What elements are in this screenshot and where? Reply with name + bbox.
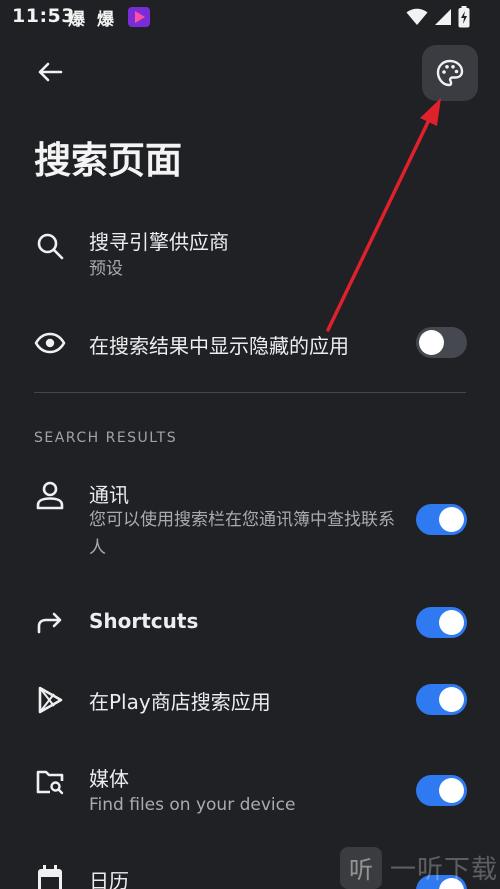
- person-icon: [32, 477, 68, 513]
- calendar-icon: [32, 862, 68, 889]
- shortcuts-toggle[interactable]: [416, 607, 467, 638]
- contacts-subtitle: 您可以使用搜索栏在您通讯簿中查找联系人: [89, 510, 395, 558]
- contacts-title: 通讯: [89, 483, 129, 507]
- play-store-toggle[interactable]: [416, 684, 467, 715]
- battery-icon: [458, 6, 470, 32]
- watermark-text: 一听下载: [390, 855, 499, 885]
- wifi-icon: [406, 8, 428, 30]
- theme-palette-button[interactable]: [422, 45, 478, 101]
- search-engine-setting[interactable]: 搜寻引擎供应商 预设: [0, 222, 500, 290]
- shortcuts-title: Shortcuts: [89, 609, 199, 633]
- divider: [34, 392, 466, 393]
- watermark: 听 一听下载: [340, 846, 500, 889]
- media-title: 媒体: [89, 767, 129, 791]
- show-hidden-apps-setting[interactable]: 在搜索结果中显示隐藏的应用: [0, 322, 500, 364]
- shortcut-arrow-icon: [32, 605, 68, 641]
- arrow-left-icon: [38, 62, 63, 82]
- eye-icon: [32, 325, 68, 361]
- status-icons: [406, 6, 470, 32]
- calendar-title: 日历: [89, 869, 129, 889]
- play-store-title: 在Play商店搜索应用: [89, 690, 271, 714]
- signal-icon: [434, 8, 452, 30]
- watermark-logo: 听: [340, 846, 382, 889]
- back-button[interactable]: [30, 52, 70, 92]
- status-time: 11:53: [12, 5, 75, 27]
- contacts-result-setting[interactable]: 通讯 您可以使用搜索栏在您通讯簿中查找联系人: [0, 475, 500, 567]
- play-store-icon: [32, 682, 68, 718]
- search-icon: [32, 228, 68, 264]
- show-hidden-apps-toggle[interactable]: [416, 327, 467, 358]
- search-engine-subtitle: 预设: [89, 259, 123, 279]
- notification-icon: 爆: [97, 10, 114, 30]
- notification-icon: 爆: [68, 10, 85, 30]
- folder-search-icon: [32, 764, 68, 800]
- shortcuts-result-setting[interactable]: Shortcuts: [0, 603, 500, 643]
- palette-icon: [436, 59, 464, 87]
- search-engine-title: 搜寻引擎供应商: [89, 230, 229, 254]
- media-app-icon: [127, 6, 151, 32]
- media-result-setting[interactable]: 媒体 Find files on your device: [0, 760, 500, 824]
- section-header: SEARCH RESULTS: [34, 430, 178, 446]
- play-store-result-setting[interactable]: 在Play商店搜索应用: [0, 680, 500, 720]
- page-title: 搜索页面: [34, 139, 182, 182]
- contacts-toggle[interactable]: [416, 504, 467, 535]
- media-subtitle: Find files on your device: [89, 795, 296, 815]
- status-bar: 11:53 爆 爆: [0, 0, 500, 34]
- show-hidden-apps-title: 在搜索结果中显示隐藏的应用: [89, 334, 349, 358]
- media-toggle[interactable]: [416, 775, 467, 806]
